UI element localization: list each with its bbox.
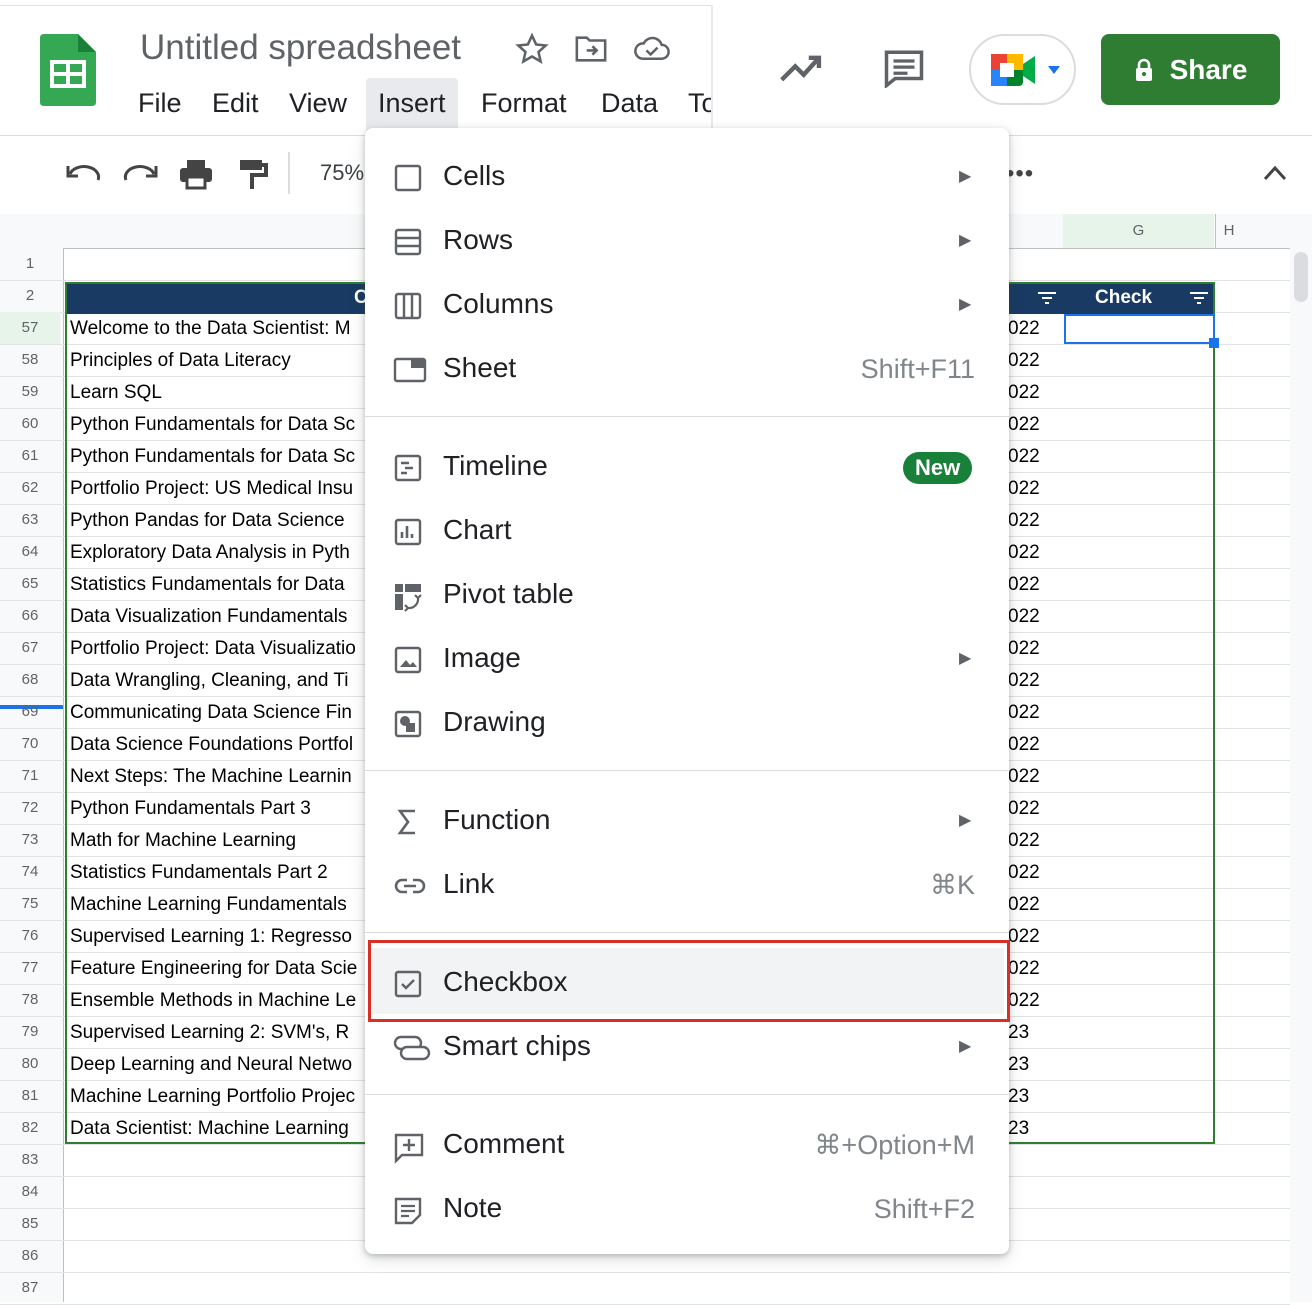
row-number[interactable]: 76 xyxy=(0,927,60,944)
link-icon xyxy=(393,872,426,900)
pivot-table-icon xyxy=(393,582,425,612)
vertical-scrollbar[interactable] xyxy=(1290,248,1312,1302)
row-number[interactable]: 58 xyxy=(0,351,60,368)
keyboard-shortcut: Shift+F11 xyxy=(860,354,975,384)
cells-icon xyxy=(393,164,425,192)
row-number[interactable]: 77 xyxy=(0,959,60,976)
menu-item-label: Chart xyxy=(443,514,512,545)
row-number[interactable]: 81 xyxy=(0,1087,60,1104)
menu-item-label: Function xyxy=(443,804,551,835)
menu-item-link[interactable]: Link ⌘K xyxy=(365,852,1009,916)
menu-item-timeline[interactable]: Timeline New xyxy=(365,434,1009,498)
menu-item-rows[interactable]: Rows ▶ xyxy=(365,208,1009,272)
submenu-arrow-icon: ▶ xyxy=(959,296,972,313)
row-number[interactable]: 78 xyxy=(0,991,60,1008)
menu-item-label: Sheet xyxy=(443,352,517,383)
row-number[interactable]: 69 xyxy=(0,703,60,720)
sheet-icon xyxy=(393,356,427,384)
keyboard-shortcut: Shift+F2 xyxy=(873,1194,975,1224)
keyboard-shortcut: ⌘+Option+M xyxy=(814,1130,975,1160)
menu-item-pivot-table[interactable]: Pivot table xyxy=(365,562,1009,626)
row-number[interactable]: 70 xyxy=(0,735,60,752)
row-number[interactable]: 59 xyxy=(0,383,60,400)
menu-item-chart[interactable]: Chart xyxy=(365,498,1009,562)
row-number[interactable]: 2 xyxy=(0,287,60,304)
row-number[interactable]: 66 xyxy=(0,607,60,624)
row-number[interactable]: 1 xyxy=(0,255,60,272)
submenu-arrow-icon: ▶ xyxy=(959,812,972,829)
submenu-arrow-icon: ▶ xyxy=(959,1038,972,1055)
row-number[interactable]: 63 xyxy=(0,511,60,528)
row-number[interactable]: 60 xyxy=(0,415,60,432)
menu-item-sheet[interactable]: Sheet Shift+F11 xyxy=(365,336,1009,400)
columns-icon xyxy=(393,292,425,320)
fill-handle[interactable] xyxy=(1209,338,1219,348)
menu-item-label: Timeline xyxy=(443,450,548,481)
menu-item-label: Rows xyxy=(443,224,514,255)
row-divider xyxy=(0,1272,1290,1273)
image-icon xyxy=(393,646,425,674)
menu-item-function[interactable]: Function ▶ xyxy=(365,788,1009,852)
row-number[interactable]: 80 xyxy=(0,1055,60,1072)
menu-item-image[interactable]: Image ▶ xyxy=(365,626,1009,690)
menu-item-label: Columns xyxy=(443,288,554,319)
row-number[interactable]: 84 xyxy=(0,1183,60,1200)
row-number[interactable]: 57 xyxy=(0,312,60,344)
keyboard-shortcut: ⌘K xyxy=(929,870,975,900)
new-badge: New xyxy=(903,452,973,484)
menu-item-comment[interactable]: Comment ⌘+Option+M xyxy=(365,1112,1009,1176)
timeline-icon xyxy=(393,454,425,482)
row-number[interactable]: 65 xyxy=(0,575,60,592)
row-number[interactable]: 73 xyxy=(0,831,60,848)
menu-item-columns[interactable]: Columns ▶ xyxy=(365,272,1009,336)
selected-cell[interactable] xyxy=(1064,314,1215,344)
submenu-arrow-icon: ▶ xyxy=(959,650,972,667)
row-number[interactable]: 75 xyxy=(0,895,60,912)
submenu-arrow-icon: ▶ xyxy=(959,168,972,185)
row-number[interactable]: 62 xyxy=(0,479,60,496)
menu-item-label: Pivot table xyxy=(443,578,574,609)
drawing-icon xyxy=(393,710,425,738)
row-number[interactable]: 72 xyxy=(0,799,60,816)
menu-item-label: Link xyxy=(443,868,495,899)
row-number[interactable]: 61 xyxy=(0,447,60,464)
menu-separator xyxy=(365,932,1009,933)
chart-icon xyxy=(393,518,425,546)
menu-item-label: Smart chips xyxy=(443,1030,591,1061)
note-icon xyxy=(393,1196,425,1225)
row-number[interactable]: 74 xyxy=(0,863,60,880)
menu-item-label: Image xyxy=(443,642,521,673)
row-number[interactable]: 82 xyxy=(0,1119,60,1136)
menu-item-label: Drawing xyxy=(443,706,546,737)
row-number[interactable]: 83 xyxy=(0,1151,60,1168)
menu-separator xyxy=(365,1094,1009,1095)
row-number[interactable]: 79 xyxy=(0,1023,60,1040)
menu-item-cells[interactable]: Cells ▶ xyxy=(365,144,1009,208)
row-number[interactable]: 68 xyxy=(0,671,60,688)
row-number[interactable]: 86 xyxy=(0,1247,60,1264)
menu-item-label: Note xyxy=(443,1192,503,1223)
scrollbar-thumb[interactable] xyxy=(1294,252,1308,302)
menu-item-smart-chips[interactable]: Smart chips ▶ xyxy=(365,1014,1009,1078)
checkbox-highlight-box xyxy=(368,940,1010,1022)
menu-item-note[interactable]: Note Shift+F2 xyxy=(365,1176,1009,1240)
sigma-icon xyxy=(393,808,425,836)
menu-separator xyxy=(365,416,1009,417)
menu-item-label: Cells xyxy=(443,160,506,191)
submenu-arrow-icon: ▶ xyxy=(959,232,972,249)
insert-menu: Cells ▶ Rows ▶ Columns ▶ Sheet Shift+F11… xyxy=(365,128,1009,1254)
rows-icon xyxy=(393,228,425,256)
menu-item-label: Comment xyxy=(443,1128,565,1159)
row-number[interactable]: 64 xyxy=(0,543,60,560)
add-comment-icon xyxy=(393,1132,425,1164)
menu-item-drawing[interactable]: Drawing xyxy=(365,690,1009,754)
row-number[interactable]: 67 xyxy=(0,639,60,656)
row-number[interactable]: 85 xyxy=(0,1215,60,1232)
row-number[interactable]: 87 xyxy=(0,1279,60,1296)
row-number[interactable]: 71 xyxy=(0,767,60,784)
smart-chips-icon xyxy=(393,1034,431,1062)
menu-separator xyxy=(365,770,1009,771)
